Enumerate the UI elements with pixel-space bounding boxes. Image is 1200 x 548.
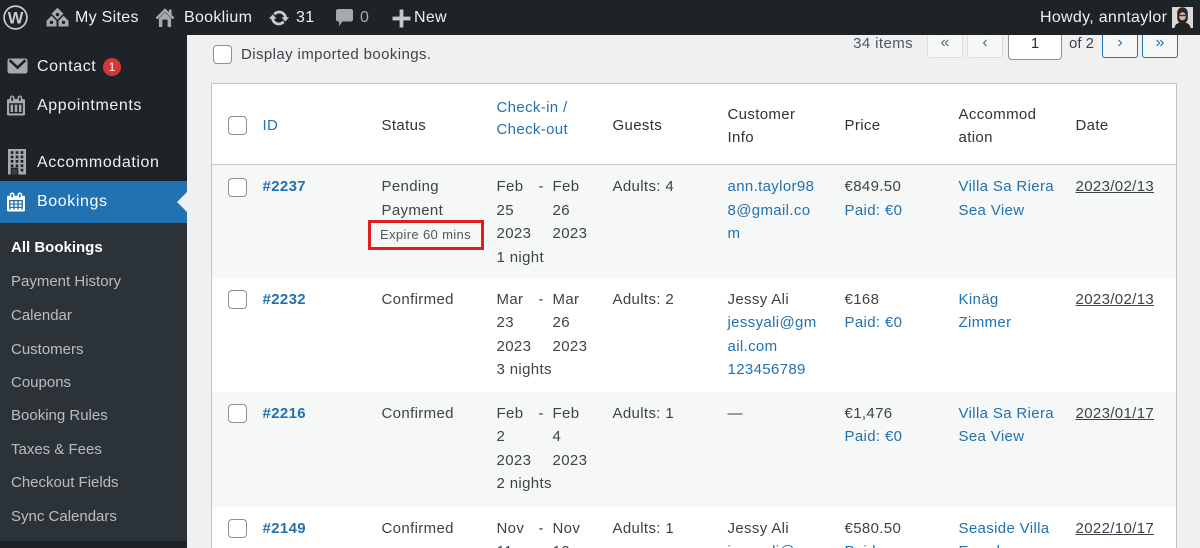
svg-text:W: W	[8, 9, 24, 27]
